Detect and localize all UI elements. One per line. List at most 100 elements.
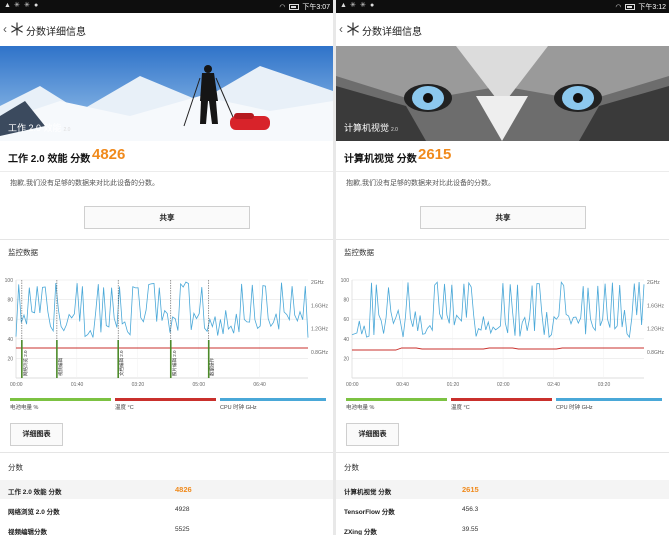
x-tick-label: 00:00 — [346, 382, 359, 388]
snowflake-logo-icon — [347, 22, 359, 36]
status-time: 下午3:07 — [302, 4, 330, 11]
y-tick-label: 60 — [7, 317, 13, 323]
y-right-tick-label: 2GHz — [647, 280, 660, 286]
y-tick-label: 80 — [7, 298, 13, 304]
back-icon[interactable]: ‹ — [3, 23, 7, 35]
page-title: 分数详细信息 — [362, 27, 422, 38]
y-right-tick-label: 2GHz — [311, 280, 324, 286]
monitor-title: 监控数据 — [8, 248, 38, 257]
y-tick-label: 40 — [7, 337, 13, 343]
x-tick-label: 01:40 — [71, 382, 84, 388]
y-tick-label: 40 — [343, 337, 349, 343]
detail-chart-button[interactable]: 详细图表 — [346, 423, 399, 446]
share-button[interactable]: 共享 — [84, 206, 250, 229]
legend-temp: 温度 °C — [115, 405, 134, 411]
detail-chart-button[interactable]: 详细图表 — [10, 423, 63, 446]
monitor-chart: 100 80 60 40 20 2GHz 1.6GHz 1.2GHz 0.8GHz 00:00 01… — [5, 278, 329, 388]
x-tick-label: 03:20 — [598, 382, 611, 388]
y-tick-label: 20 — [7, 356, 13, 362]
workload-marker-label: 数据操作 — [209, 358, 216, 376]
score-list-row[interactable]: ZXing 分数 39.55 — [336, 520, 669, 535]
legend-battery-swatch — [10, 398, 111, 401]
notification-icon: ▲ — [340, 2, 347, 9]
hero-image: 工作 2.0 效能 2.0 — [0, 46, 333, 141]
notification-icon: ✳ — [14, 2, 20, 9]
share-button[interactable]: 共享 — [420, 206, 586, 229]
legend-battery: 电池电量 % — [346, 405, 375, 411]
x-tick-label: 02:40 — [547, 382, 560, 388]
app-bar: ‹ 分数详细信息 — [336, 13, 669, 47]
notification-icon: ▲ — [4, 2, 11, 9]
status-bar: ▲ ✳ ✳ ● ◠ 下午3:12 — [336, 0, 669, 13]
left-panel: ▲ ✳ ✳ ● ◠ 下午3:07 ‹ 分数详细信息 工作 2.0 效能 2.0 … — [0, 0, 333, 535]
x-tick-label: 03:20 — [132, 382, 145, 388]
page-title: 分数详细信息 — [26, 27, 86, 38]
score-label: 计算机视觉 分数 — [344, 154, 417, 165]
legend-battery: 电池电量 % — [10, 405, 39, 411]
legend-cpu-swatch — [220, 398, 326, 401]
back-icon[interactable]: ‹ — [339, 23, 343, 35]
monitor-chart: 100 80 60 40 20 2GHz 1.6GHz 1.2GHz 0.8GHz 00:00 00… — [341, 278, 665, 388]
legend-cpu-swatch — [556, 398, 662, 401]
score-list-row[interactable]: 工作 2.0 效能 分数 4826 — [0, 480, 333, 499]
app-bar: ‹ 分数详细信息 — [0, 13, 333, 47]
y-tick-label: 60 — [343, 317, 349, 323]
battery-icon — [625, 4, 636, 10]
score-list-row[interactable]: 视频编辑分数 5525 — [0, 520, 333, 535]
x-tick-label: 01:20 — [447, 382, 460, 388]
score-value: 4826 — [92, 146, 126, 163]
cpu-clock-series-line — [15, 281, 309, 338]
score-row: 工作 2.0 效能 分数 4826 — [0, 141, 333, 172]
score-value: 2615 — [418, 146, 452, 163]
score-list-row[interactable]: TensorFlow 分数 456.3 — [336, 500, 669, 519]
x-tick-label: 00:40 — [396, 382, 409, 388]
snowflake-logo-icon — [11, 22, 23, 36]
legend-battery-swatch — [346, 398, 447, 401]
y-right-tick-label: 1.2GHz — [647, 327, 664, 333]
workload-marker-label: 照片编辑 2.0 — [171, 350, 178, 376]
x-tick-label: 06:40 — [253, 382, 266, 388]
scores-title: 分数 — [344, 463, 359, 472]
workload-marker-label: 视频编辑 — [57, 358, 64, 376]
legend-cpu: CPU 时钟 GHz — [220, 405, 257, 411]
wifi-icon: ◠ — [615, 3, 622, 11]
person-icon: ● — [370, 2, 375, 9]
hero-label: 计算机视觉 2.0 — [344, 123, 398, 133]
score-row: 计算机视觉 分数 2615 — [336, 141, 669, 172]
y-right-tick-label: 1.2GHz — [311, 327, 328, 333]
notification-icon: ✳ — [350, 2, 356, 9]
battery-icon — [289, 4, 300, 10]
score-list-row[interactable]: 网络浏览 2.0 分数 4928 — [0, 500, 333, 519]
notification-icon: ✳ — [360, 2, 366, 9]
right-panel: ▲ ✳ ✳ ● ◠ 下午3:12 ‹ 分数详细信息 计算机视觉 2.0 计算机视… — [336, 0, 669, 535]
hero-image: 计算机视觉 2.0 — [336, 46, 669, 141]
legend-cpu: CPU 时钟 GHz — [556, 405, 593, 411]
comparison-message: 抱歉,我们没有足够的数据来对比此设备的分数。 — [346, 180, 495, 187]
score-list-row[interactable]: 计算机视觉 分数 2615 — [336, 480, 669, 499]
y-right-tick-label: 1.6GHz — [311, 303, 328, 309]
temperature-series-line — [352, 347, 644, 351]
status-bar: ▲ ✳ ✳ ● ◠ 下午3:07 — [0, 0, 333, 13]
x-tick-label: 00:00 — [10, 382, 23, 388]
y-tick-label: 80 — [343, 298, 349, 304]
y-right-tick-label: 1.6GHz — [647, 303, 664, 309]
x-tick-label: 02:00 — [497, 382, 510, 388]
legend-temp-swatch — [451, 398, 552, 401]
legend-temp: 温度 °C — [451, 405, 470, 411]
y-tick-label: 100 — [341, 278, 350, 284]
workload-marker-label: 文档编辑 2.0 — [118, 350, 125, 376]
wifi-icon: ◠ — [279, 3, 286, 11]
y-right-tick-label: 0.8GHz — [311, 350, 328, 356]
workload-marker-label: 网络浏览 2.0 — [22, 350, 29, 376]
person-icon: ● — [34, 2, 39, 9]
status-time: 下午3:12 — [638, 4, 666, 11]
cpu-clock-series-line — [351, 281, 645, 339]
hero-label: 工作 2.0 效能 2.0 — [8, 123, 71, 133]
comparison-message: 抱歉,我们没有足够的数据来对比此设备的分数。 — [10, 180, 159, 187]
monitor-title: 监控数据 — [344, 248, 374, 257]
y-tick-label: 100 — [5, 278, 14, 284]
notification-icon: ✳ — [24, 2, 30, 9]
y-right-tick-label: 0.8GHz — [647, 350, 664, 356]
scores-title: 分数 — [8, 463, 23, 472]
y-tick-label: 20 — [343, 356, 349, 362]
